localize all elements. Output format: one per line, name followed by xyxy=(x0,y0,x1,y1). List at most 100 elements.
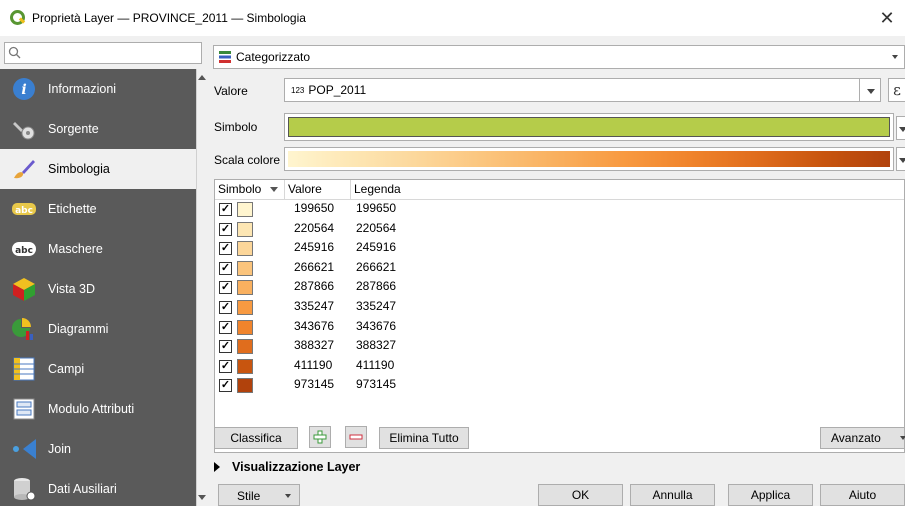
chevron-down-icon xyxy=(892,55,898,59)
search-icon xyxy=(8,46,21,59)
table-row[interactable]: ✓ 266621 266621 xyxy=(215,259,904,279)
table-row[interactable]: ✓ 287866 287866 xyxy=(215,278,904,298)
visualizzazione-layer-toggle[interactable]: Visualizzazione Layer xyxy=(214,460,360,474)
sidebar-item-etichette[interactable]: abc Etichette xyxy=(0,189,196,229)
attributes-form-icon xyxy=(10,395,38,423)
sidebar-item-campi[interactable]: Campi xyxy=(0,349,196,389)
category-checkbox[interactable]: ✓ xyxy=(219,222,232,236)
scroll-down-icon[interactable] xyxy=(198,495,206,500)
category-symbol-swatch[interactable] xyxy=(237,319,253,335)
elimina-tutto-button[interactable]: Elimina Tutto xyxy=(379,427,469,449)
category-symbol-swatch[interactable] xyxy=(237,300,253,315)
ok-button[interactable]: OK xyxy=(538,484,623,506)
valore-label: Valore xyxy=(214,84,248,98)
category-legend[interactable]: 388327 xyxy=(356,338,396,352)
table-row[interactable]: ✓ 199650 199650 xyxy=(215,200,904,220)
category-legend[interactable]: 220564 xyxy=(356,221,396,235)
category-checkbox[interactable]: ✓ xyxy=(219,379,232,393)
category-symbol-swatch[interactable] xyxy=(237,260,253,276)
avanzato-label: Avanzato xyxy=(831,431,881,445)
category-legend[interactable]: 199650 xyxy=(356,201,396,215)
table-row[interactable]: ✓ 220564 220564 xyxy=(215,220,904,240)
category-legend[interactable]: 973145 xyxy=(356,377,396,391)
category-value: 335247 xyxy=(294,299,335,313)
symbol-dropdown-button[interactable] xyxy=(896,116,905,140)
applica-button[interactable]: Applica xyxy=(728,484,813,506)
category-symbol-swatch[interactable] xyxy=(237,378,253,394)
category-checkbox[interactable]: ✓ xyxy=(219,281,232,295)
source-icon xyxy=(10,115,38,143)
classifica-button[interactable]: Classifica xyxy=(214,427,298,449)
valore-dropdown-button[interactable] xyxy=(859,78,881,102)
category-symbol-swatch[interactable] xyxy=(237,339,253,355)
category-checkbox[interactable]: ✓ xyxy=(219,242,232,256)
category-value: 343676 xyxy=(294,318,335,333)
sidebar-item-diagrammi[interactable]: Diagrammi xyxy=(0,309,196,349)
table-row[interactable]: ✓ 343676 343676 xyxy=(215,318,904,338)
annulla-button[interactable]: Annulla xyxy=(630,484,715,506)
category-value: 411190 xyxy=(294,357,333,372)
table-row[interactable]: ✓ 973145 973145 xyxy=(215,376,904,396)
sidebar-item-label: Sorgente xyxy=(48,122,99,136)
add-category-button[interactable] xyxy=(309,426,331,448)
table-row[interactable]: ✓ 245916 245916 xyxy=(215,239,904,259)
column-header-legenda[interactable]: Legenda xyxy=(351,180,904,200)
sidebar-item-join[interactable]: Join xyxy=(0,429,196,469)
category-checkbox[interactable]: ✓ xyxy=(219,261,232,275)
category-legend[interactable]: 245916 xyxy=(356,240,396,254)
category-symbol-swatch[interactable] xyxy=(237,221,253,237)
category-value: 199650 xyxy=(294,201,335,215)
sidebar-item-informazioni[interactable]: i Informazioni xyxy=(0,69,196,109)
close-icon[interactable]: ✕ xyxy=(877,8,897,28)
sidebar-item-sorgente[interactable]: Sorgente xyxy=(0,109,196,149)
table-row[interactable]: ✓ 335247 335247 xyxy=(215,298,904,318)
symbol-button[interactable] xyxy=(284,113,894,141)
sidebar-item-label: Dati Ausiliari xyxy=(48,482,117,496)
category-checkbox[interactable]: ✓ xyxy=(219,203,232,216)
column-header-valore[interactable]: Valore xyxy=(285,180,351,200)
category-symbol-swatch[interactable] xyxy=(237,241,253,257)
sidebar-list: i Informazioni Sorgente Simbologia abc E… xyxy=(0,69,196,506)
sidebar-item-label: Informazioni xyxy=(48,82,117,96)
category-legend[interactable]: 287866 xyxy=(356,279,396,293)
category-value: 287866 xyxy=(294,279,335,294)
sidebar-item-modulo-attributi[interactable]: Modulo Attributi xyxy=(0,389,196,429)
table-header: Simbolo Valore Legenda xyxy=(215,180,904,200)
avanzato-button[interactable]: Avanzato xyxy=(820,427,905,449)
sidebar-scrollbar[interactable] xyxy=(196,69,206,506)
categories-table[interactable]: Simbolo Valore Legenda ✓ 199650 199650 ✓ 220… xyxy=(214,179,905,453)
category-checkbox[interactable]: ✓ xyxy=(219,359,232,373)
remove-category-button[interactable] xyxy=(345,426,367,448)
category-checkbox[interactable]: ✓ xyxy=(219,301,232,314)
sidebar-item-simbologia[interactable]: Simbologia xyxy=(0,149,196,189)
scroll-up-icon[interactable] xyxy=(198,75,206,80)
plus-icon xyxy=(313,430,327,444)
sidebar-item-vista-3d[interactable]: Vista 3D xyxy=(0,269,196,309)
expression-button[interactable]: ε xyxy=(888,78,905,102)
category-legend[interactable]: 343676 xyxy=(356,319,396,333)
color-ramp-button[interactable] xyxy=(284,147,894,171)
category-symbol-swatch[interactable] xyxy=(237,280,253,296)
table-row[interactable]: ✓ 411190 411190 xyxy=(215,357,904,377)
chevron-down-icon xyxy=(867,89,875,94)
masks-abc-icon: abc xyxy=(10,235,38,263)
category-legend[interactable]: 411190 xyxy=(356,358,394,372)
category-symbol-swatch[interactable] xyxy=(237,202,253,217)
table-row[interactable]: ✓ 388327 388327 xyxy=(215,337,904,357)
sidebar-item-dati-ausiliari[interactable]: Dati Ausiliari xyxy=(0,469,196,506)
category-checkbox[interactable]: ✓ xyxy=(219,320,232,334)
category-legend[interactable]: 335247 xyxy=(356,299,396,313)
category-checkbox[interactable]: ✓ xyxy=(219,340,232,354)
category-legend[interactable]: 266621 xyxy=(356,260,396,274)
column-header-simbolo[interactable]: Simbolo xyxy=(215,180,285,200)
aiuto-button[interactable]: Aiuto xyxy=(820,484,905,506)
renderer-type-select[interactable]: Categorizzato xyxy=(213,45,905,69)
valore-field-select[interactable]: 123 POP_2011 xyxy=(284,78,880,102)
sidebar-search-input[interactable] xyxy=(4,42,202,64)
color-ramp-dropdown-button[interactable] xyxy=(896,147,905,171)
stile-button[interactable]: Stile xyxy=(218,484,300,506)
sidebar-item-maschere[interactable]: abc Maschere xyxy=(0,229,196,269)
valore-field-value: POP_2011 xyxy=(308,83,367,97)
category-symbol-swatch[interactable] xyxy=(237,358,253,374)
svg-text:abc: abc xyxy=(15,246,33,256)
